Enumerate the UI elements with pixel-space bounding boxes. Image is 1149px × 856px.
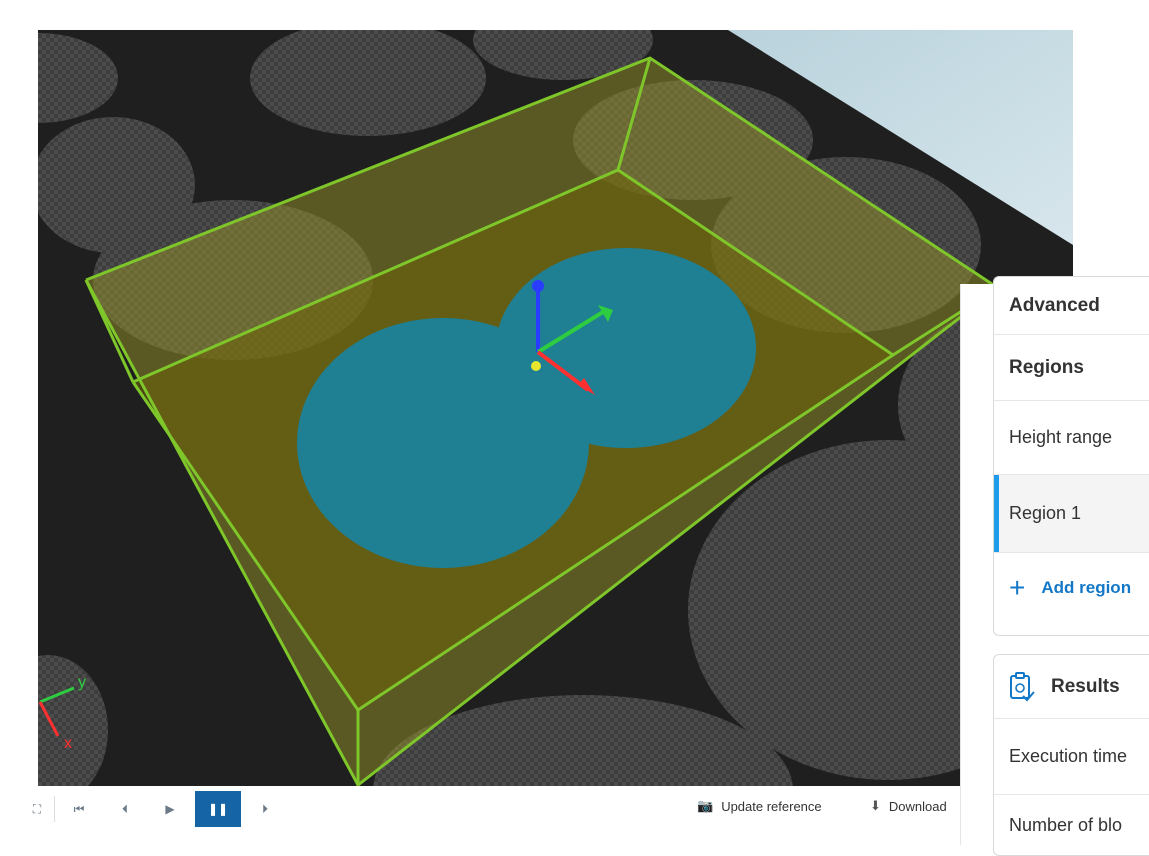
triad-x-label: x — [64, 735, 72, 752]
3d-viewport[interactable]: y x — [38, 30, 1073, 786]
update-reference-button[interactable]: 📷 Update reference — [697, 798, 822, 814]
add-region-label: Add region — [1041, 578, 1132, 597]
play-button[interactable]: ▶ — [155, 794, 185, 824]
height-range-label: Height range — [1009, 427, 1113, 447]
results-card: Results Execution time Number of blo — [993, 654, 1149, 856]
download-label: Download — [888, 798, 947, 814]
regions-section-header[interactable]: Regions — [994, 335, 1149, 401]
next-frame-icon: ⏵ — [261, 801, 268, 816]
execution-time-label: Execution time — [1009, 746, 1128, 766]
results-section-header[interactable]: Results — [994, 655, 1149, 719]
previous-frame-button[interactable]: ⏴ — [110, 794, 140, 824]
advanced-label: Advanced — [1009, 294, 1100, 316]
fit-view-icon[interactable]: ⛶ — [30, 794, 44, 824]
next-frame-button[interactable]: ⏵ — [250, 794, 280, 824]
camera-icon: 📷 — [697, 798, 714, 813]
skip-to-start-button[interactable]: ⏮ — [64, 794, 94, 824]
regions-label: Regions — [1009, 356, 1084, 378]
number-of-blobs-label: Number of blo — [1009, 814, 1123, 835]
play-icon: ▶ — [165, 802, 175, 816]
scene-canvas[interactable]: y x — [38, 30, 1073, 786]
playback-toolbar: ⛶ ⏮ ⏴ ▶ ❚❚ ⏵ 📷 Update reference ⬇ Downlo… — [0, 786, 960, 832]
region-1-label: Region 1 — [1009, 503, 1082, 523]
advanced-section-header[interactable]: Advanced — [994, 277, 1149, 335]
results-label: Results — [1051, 675, 1120, 697]
plus-icon: + — [1009, 572, 1026, 603]
gizmo-origin[interactable] — [531, 361, 541, 371]
download-icon: ⬇ — [870, 798, 881, 813]
regions-card: Advanced Regions Height range Region 1 +… — [993, 276, 1149, 636]
download-button[interactable]: ⬇ Download — [870, 798, 947, 814]
pause-icon: ❚❚ — [207, 802, 229, 816]
update-reference-label: Update reference — [721, 798, 822, 814]
triad-y-label: y — [78, 674, 86, 691]
add-region-button[interactable]: + Add region — [994, 553, 1149, 623]
region-item-height-range[interactable]: Height range — [994, 401, 1149, 475]
execution-time-row: Execution time — [994, 719, 1149, 795]
skip-to-start-icon: ⏮ — [73, 801, 85, 816]
pause-button[interactable]: ❚❚ — [195, 791, 241, 827]
region-item-region-1[interactable]: Region 1 — [994, 475, 1149, 553]
gizmo-z-handle[interactable] — [532, 280, 544, 292]
toolbar-divider — [54, 796, 55, 822]
results-icon — [1009, 671, 1035, 702]
number-of-blobs-row: Number of blo — [994, 795, 1149, 855]
previous-frame-icon: ⏴ — [121, 801, 128, 816]
settings-panel: Advanced Regions Height range Region 1 +… — [960, 276, 1149, 856]
